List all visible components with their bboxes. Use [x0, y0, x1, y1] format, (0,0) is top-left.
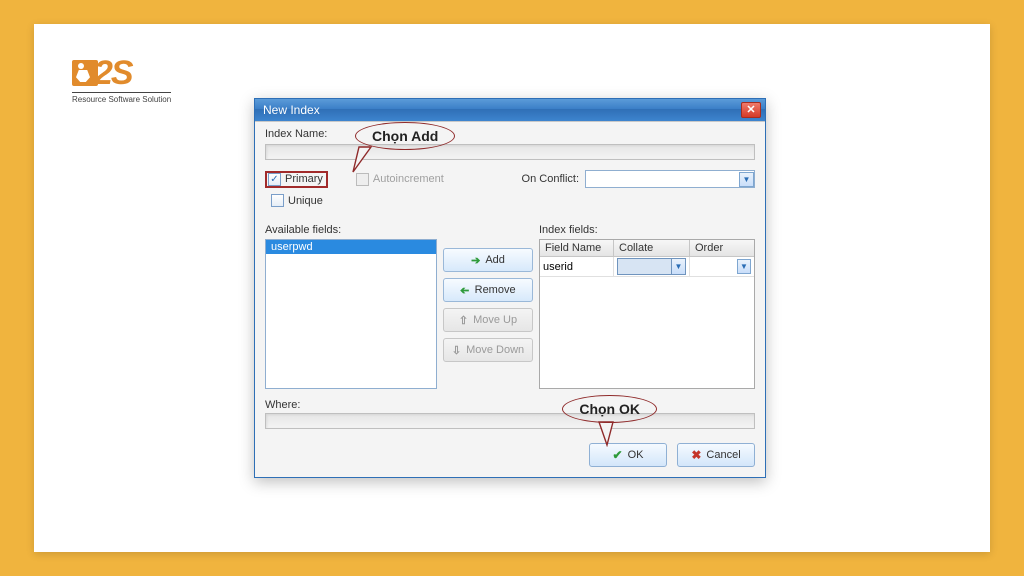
- cancel-button-label: Cancel: [706, 449, 740, 461]
- collate-combo[interactable]: ▼: [617, 258, 686, 275]
- chevron-down-icon: ▼: [671, 259, 685, 274]
- remove-button-label: Remove: [475, 284, 516, 296]
- moveup-button-label: Move Up: [473, 314, 517, 326]
- ok-button-label: OK: [628, 449, 644, 461]
- index-fields-label: Index fields:: [539, 224, 755, 236]
- checkbox-checked-icon: ✓: [268, 173, 281, 186]
- checkbox-disabled-icon: [356, 173, 369, 186]
- where-label: Where:: [265, 399, 755, 411]
- grid-header-order[interactable]: Order: [690, 240, 754, 257]
- available-fields-label: Available fields:: [265, 224, 437, 236]
- index-fields-grid[interactable]: Field Name Collate Order userid ▼: [539, 239, 755, 389]
- list-item[interactable]: userpwd: [266, 240, 436, 254]
- arrow-up-icon: ⇧: [459, 314, 468, 327]
- unique-label: Unique: [288, 195, 323, 207]
- callout-ok: Chọn OK: [562, 395, 657, 423]
- grid-cell-collate[interactable]: ▼: [614, 257, 690, 277]
- add-button-label: Add: [485, 254, 505, 266]
- grid-cell-order[interactable]: ▼: [690, 257, 754, 277]
- primary-label: Primary: [285, 173, 323, 185]
- cancel-button[interactable]: ✖ Cancel: [677, 443, 755, 467]
- arrow-left-icon: ➔: [460, 284, 469, 297]
- grid-header-collate[interactable]: Collate: [614, 240, 690, 257]
- available-fields-list[interactable]: userpwd: [265, 239, 437, 389]
- move-up-button: ⇧ Move Up: [443, 308, 533, 332]
- index-name-label: Index Name:: [265, 128, 327, 140]
- autoincrement-checkbox: Autoincrement: [356, 173, 444, 186]
- movedown-button-label: Move Down: [466, 344, 524, 356]
- grid-cell-field[interactable]: userid: [540, 257, 614, 277]
- primary-highlight: ✓ Primary: [265, 171, 328, 188]
- where-input[interactable]: [265, 413, 755, 429]
- logo-text: 2S: [94, 54, 132, 92]
- on-conflict-combo[interactable]: ▼: [585, 170, 755, 188]
- move-down-button: ⇩ Move Down: [443, 338, 533, 362]
- dialog-title: New Index: [263, 103, 741, 117]
- unique-checkbox[interactable]: Unique: [271, 194, 323, 207]
- primary-checkbox[interactable]: ✓ Primary: [268, 173, 323, 186]
- close-button[interactable]: ✕: [741, 102, 761, 118]
- chevron-down-icon: ▼: [739, 172, 754, 187]
- add-button[interactable]: ➔ Add: [443, 248, 533, 272]
- dialog-titlebar[interactable]: New Index ✕: [255, 99, 765, 121]
- chevron-down-icon: ▼: [737, 259, 751, 274]
- check-icon: ✔: [613, 448, 623, 462]
- grid-header-field[interactable]: Field Name: [540, 240, 614, 257]
- arrow-down-icon: ⇩: [452, 344, 461, 357]
- table-row[interactable]: userid ▼ ▼: [540, 257, 754, 277]
- remove-button[interactable]: ➔ Remove: [443, 278, 533, 302]
- index-name-input[interactable]: [265, 144, 755, 160]
- checkbox-unchecked-icon: [271, 194, 284, 207]
- new-index-dialog: New Index ✕ Chọn Add Index Name: ✓ Prima…: [254, 98, 766, 478]
- arrow-right-icon: ➔: [471, 254, 480, 267]
- logo-subtitle: Resource Software Solution: [72, 92, 171, 104]
- callout-add: Chọn Add: [355, 122, 455, 150]
- autoincrement-label: Autoincrement: [373, 173, 444, 185]
- on-conflict-label: On Conflict:: [522, 173, 579, 185]
- brand-logo: 2S Resource Software Solution: [72, 56, 171, 104]
- cross-icon: ✖: [691, 448, 701, 462]
